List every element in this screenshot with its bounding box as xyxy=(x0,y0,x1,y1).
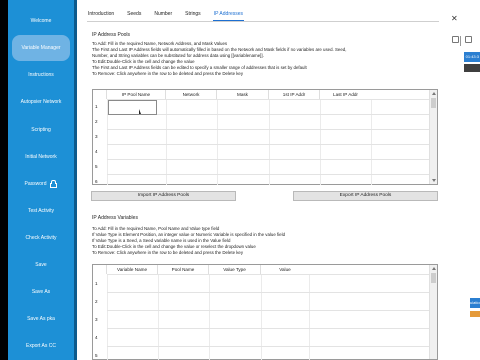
simulation-tab[interactable]: ulation xyxy=(470,298,480,308)
ip-vars-instructions: To Add: Fill in the required Name, Pool … xyxy=(92,226,432,256)
lock-icon xyxy=(50,179,58,188)
column-header[interactable]: IP Pool Name xyxy=(107,90,166,99)
instruction-line: To Remove: Click anywhere in the row to … xyxy=(92,71,244,76)
row-number[interactable]: 1 xyxy=(95,104,98,109)
column-header[interactable]: Network xyxy=(166,90,217,99)
column-header[interactable]: Value xyxy=(261,265,309,274)
app-window: Welcome Variable Manager Instructions Au… xyxy=(8,0,480,360)
column-header[interactable]: Mask xyxy=(217,90,269,99)
tab-number[interactable]: Number xyxy=(153,11,173,21)
row-number[interactable]: 1 xyxy=(95,281,98,286)
sidebar-item-welcome[interactable]: Welcome xyxy=(8,9,74,33)
letterbox-left xyxy=(0,0,8,360)
ip-pools-table: IP Pool Name Network Mask 1st IP Addr La… xyxy=(92,89,438,185)
scroll-up-icon[interactable] xyxy=(431,267,436,270)
ip-vars-table: Variable Name Pool Name Value Type Value… xyxy=(92,264,438,360)
sidebar: Welcome Variable Manager Instructions Au… xyxy=(8,0,74,360)
row-number[interactable]: 6 xyxy=(95,179,98,184)
tab-introduction[interactable]: Introduction xyxy=(87,11,115,21)
column-header[interactable]: 1st IP Addr xyxy=(269,90,320,99)
toolbar-icons xyxy=(452,36,476,48)
sidebar-item-label: Variable Manager xyxy=(21,45,61,51)
sidebar-item-scripting[interactable]: Scripting xyxy=(8,118,74,142)
ip-vars-title: IP Address Variables xyxy=(92,215,138,221)
sidebar-item-label: Instructions xyxy=(28,72,54,78)
instruction-line: To Remove: Click anywhere in the row to … xyxy=(92,250,244,255)
sidebar-item-label: Password xyxy=(24,181,47,187)
column-header[interactable]: Last IP Addr xyxy=(320,90,371,99)
sidebar-item-variable-manager[interactable]: Variable Manager xyxy=(12,35,70,61)
ip-pools-instructions: To Add: Fill in the required Name, Netwo… xyxy=(92,41,432,77)
sidebar-item-label: Test Activity xyxy=(27,208,55,214)
table-header: IP Pool Name Network Mask 1st IP Addr La… xyxy=(93,90,371,99)
row-number[interactable]: 5 xyxy=(95,164,98,169)
sidebar-item-label: Save xyxy=(35,262,47,268)
tab-underline xyxy=(87,21,439,22)
window-icon[interactable] xyxy=(465,36,472,43)
row-number[interactable]: 4 xyxy=(95,335,98,340)
tab-seeds[interactable]: Seeds xyxy=(126,11,142,21)
scroll-thumb[interactable] xyxy=(431,273,436,283)
header-corner xyxy=(93,265,107,274)
orange-bar xyxy=(470,311,480,317)
sidebar-item-label: Scripting xyxy=(31,127,51,133)
export-pools-button[interactable]: Export IP Address Pools xyxy=(293,191,438,201)
main-content: Introduction Seeds Number Strings IP Add… xyxy=(77,0,448,360)
row-number[interactable]: 3 xyxy=(95,317,98,322)
column-header[interactable]: Value Type xyxy=(209,265,261,274)
sidebar-item-autopsier-network[interactable]: Autopsier Network xyxy=(8,90,74,114)
sidebar-item-initial-network[interactable]: Initial Network xyxy=(8,145,74,169)
tab-bar: Introduction Seeds Number Strings IP Add… xyxy=(87,11,245,21)
sidebar-item-save-as[interactable]: Save As xyxy=(8,280,74,304)
sidebar-item-label: Export As CC xyxy=(25,343,56,349)
sidebar-item-label: Welcome xyxy=(30,18,52,24)
row-number[interactable]: 4 xyxy=(95,149,98,154)
sidebar-item-password[interactable]: Password xyxy=(8,172,74,196)
pool-name-cell-editor[interactable] xyxy=(108,100,157,115)
sidebar-item-export-as-cc[interactable]: Export As CC xyxy=(8,334,74,358)
dark-bar xyxy=(464,64,480,72)
sidebar-item-save[interactable]: Save xyxy=(8,253,74,277)
background-window: ✕ 01:43:3 ulation xyxy=(448,0,480,360)
sidebar-item-save-as-pka[interactable]: Save As pka xyxy=(8,307,74,331)
sidebar-item-instructions[interactable]: Instructions xyxy=(8,63,74,87)
window-icon[interactable] xyxy=(452,36,459,43)
sidebar-item-label: Autopsier Network xyxy=(20,99,62,105)
sidebar-item-test-activity[interactable]: Test Activity xyxy=(8,199,74,223)
column-header[interactable]: Pool Name xyxy=(158,265,209,274)
sidebar-item-check-activity[interactable]: Check Activity xyxy=(8,226,74,250)
toolbar-separator xyxy=(460,36,461,46)
sidebar-item-label: Save As pka xyxy=(27,316,55,322)
column-header[interactable]: Variable Name xyxy=(107,265,158,274)
mouse-cursor-icon xyxy=(139,109,141,114)
row-number[interactable]: 2 xyxy=(95,299,98,304)
sidebar-item-label: Initial Network xyxy=(25,154,57,160)
table-header: Variable Name Pool Name Value Type Value xyxy=(93,265,309,274)
row-number[interactable]: 2 xyxy=(95,119,98,124)
row-number[interactable]: 3 xyxy=(95,134,98,139)
row-number[interactable]: 5 xyxy=(95,353,98,358)
header-corner xyxy=(93,90,107,99)
import-pools-button[interactable]: Import IP Address Pools xyxy=(91,191,236,201)
scroll-up-icon[interactable] xyxy=(431,92,436,95)
tab-ip-addresses[interactable]: IP Addresses xyxy=(212,11,245,21)
scroll-thumb[interactable] xyxy=(431,98,436,108)
tab-strings[interactable]: Strings xyxy=(184,11,202,21)
scroll-down-icon[interactable] xyxy=(431,179,436,182)
close-icon[interactable]: ✕ xyxy=(451,14,458,23)
sidebar-item-label: Check Activity xyxy=(25,235,57,241)
table-scrollbar[interactable] xyxy=(429,265,437,359)
table-scrollbar[interactable] xyxy=(429,90,437,184)
ip-pools-title: IP Address Pools xyxy=(92,32,130,38)
time-display: 01:43:3 xyxy=(464,52,480,62)
sidebar-item-label: Save As xyxy=(31,289,51,295)
